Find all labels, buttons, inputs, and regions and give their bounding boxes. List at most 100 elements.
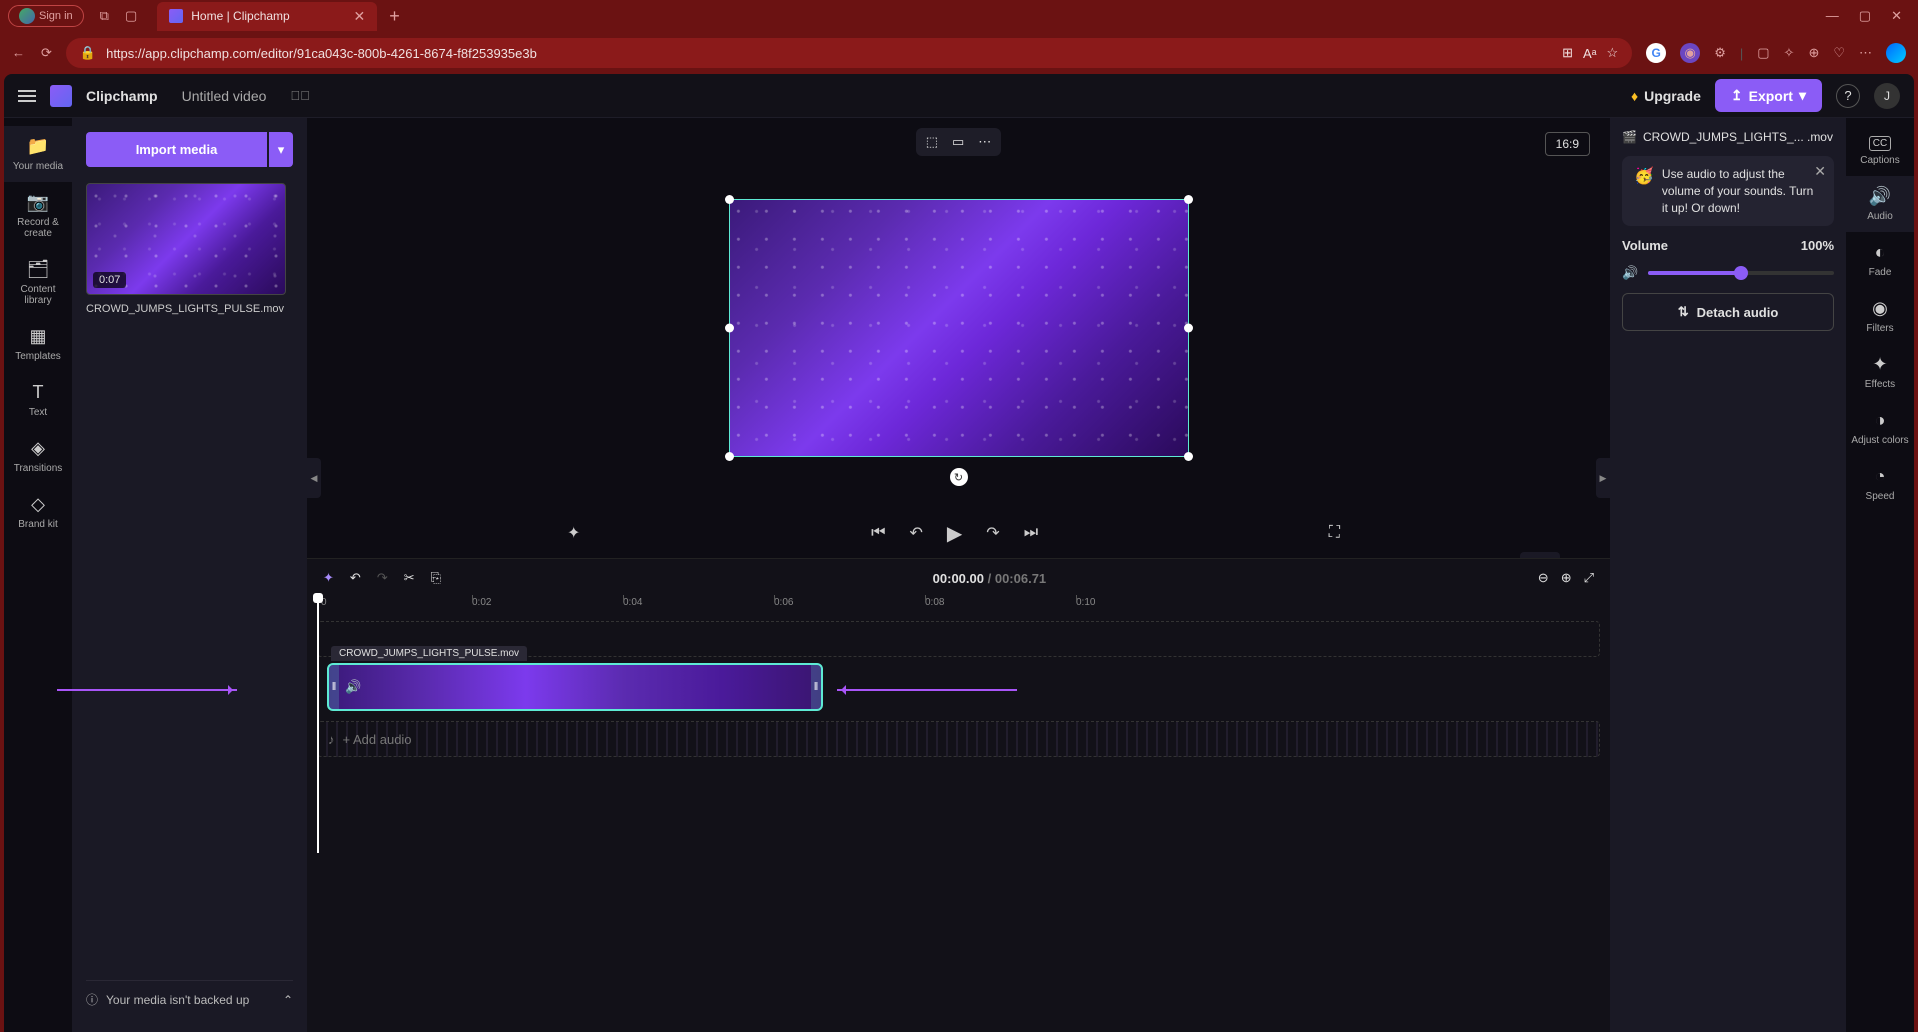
address-bar[interactable]: 🔒 https://app.clipchamp.com/editor/91ca0… <box>66 38 1632 68</box>
resize-handle-mr[interactable] <box>1184 324 1193 333</box>
signin-button[interactable]: Sign in <box>8 5 84 27</box>
zoom-in-icon[interactable]: ⊕ <box>1561 570 1572 586</box>
resize-handle-br[interactable] <box>1184 452 1193 461</box>
hamburger-menu[interactable] <box>18 87 36 105</box>
maximize-icon[interactable]: ▢ <box>1859 8 1871 24</box>
help-button[interactable]: ? <box>1836 84 1860 108</box>
forward-icon[interactable]: ↷ <box>986 523 999 543</box>
undo-icon[interactable]: ↶ <box>350 570 361 586</box>
favicon <box>169 9 183 23</box>
timeline-ruler[interactable]: 0 0:02 0:04 0:06 0:08 0:10 <box>307 597 1610 621</box>
clip-trim-right[interactable]: ‖ <box>811 665 821 709</box>
skip-back-icon[interactable]: ⏮ <box>871 524 885 542</box>
ai-icon[interactable]: ✦ <box>567 523 580 543</box>
rail-content-library[interactable]: 🗂Content library <box>4 249 72 316</box>
zoom-out-icon[interactable]: ⊖ <box>1538 570 1549 586</box>
chevron-down-icon: ▾ <box>1799 87 1806 104</box>
collections-icon[interactable]: ▢ <box>1757 45 1769 61</box>
rail-transitions[interactable]: ◈Transitions <box>4 428 72 484</box>
preview-toolbar: ⬚ ▭ ⋯ <box>916 128 1002 156</box>
playhead[interactable] <box>317 593 319 853</box>
collapse-right-button[interactable]: ▶ <box>1596 458 1610 498</box>
playback-controls: ✦ ⏮ ↶ ▶ ↷ ⏭ ⛶ ⌄ <box>307 508 1610 558</box>
copilot-icon[interactable] <box>1886 43 1906 63</box>
collapse-left-button[interactable]: ◀ <box>307 458 321 498</box>
export-button[interactable]: ↥Export▾ <box>1715 79 1822 112</box>
refresh-icon[interactable]: ⟳ <box>41 45 52 61</box>
favorite-icon[interactable]: ☆ <box>1607 45 1619 61</box>
backup-warning[interactable]: ⓘ Your media isn't backed up ⌃ <box>86 980 293 1018</box>
upgrade-button[interactable]: ♦Upgrade <box>1631 88 1701 104</box>
fit-icon[interactable]: ▭ <box>952 134 964 150</box>
read-aloud-icon[interactable]: Aᵃ <box>1583 46 1597 61</box>
tip-close-icon[interactable]: ✕ <box>1814 162 1826 182</box>
minimize-icon[interactable]: — <box>1826 8 1839 24</box>
media-thumbnail[interactable]: 0:07 <box>86 183 286 295</box>
rewind-icon[interactable]: ↶ <box>910 523 923 543</box>
diamond-icon: ♦ <box>1631 88 1638 104</box>
rail-brand-kit[interactable]: ◇Brand kit <box>4 484 72 540</box>
rail-your-media[interactable]: 📁Your media <box>4 126 72 182</box>
aspect-ratio-button[interactable]: 16:9 <box>1545 132 1590 156</box>
rail-speed[interactable]: ◔Speed <box>1846 456 1914 512</box>
workspaces-icon[interactable]: ⧉ <box>100 8 109 24</box>
more-icon[interactable]: ⋯ <box>1859 45 1872 61</box>
redo-icon[interactable]: ↷ <box>377 570 388 586</box>
speaker-icon[interactable]: 🔊 <box>1622 265 1638 281</box>
volume-value: 100% <box>1801 238 1834 253</box>
new-tab-button[interactable]: + <box>389 6 400 27</box>
resize-handle-tr[interactable] <box>1184 195 1193 204</box>
slider-thumb[interactable] <box>1734 266 1748 280</box>
extensions-icon[interactable]: ⚙ <box>1714 45 1726 61</box>
templates-icon: ▦ <box>29 326 46 347</box>
resize-handle-bl[interactable] <box>725 452 734 461</box>
resize-handle-ml[interactable] <box>725 324 734 333</box>
sync-off-icon[interactable]: ☁⃠ <box>290 88 310 103</box>
volume-slider[interactable] <box>1648 271 1834 275</box>
rail-templates[interactable]: ▦Templates <box>4 316 72 372</box>
zoom-fit-icon[interactable]: ⤢ <box>1584 570 1594 586</box>
cut-icon[interactable]: ✂ <box>404 570 415 586</box>
user-avatar[interactable]: J <box>1874 83 1900 109</box>
rail-audio[interactable]: 🔊Audio <box>1846 176 1914 232</box>
crop-icon[interactable]: ⬚ <box>926 134 938 150</box>
audio-track[interactable]: ♪ + Add audio <box>317 721 1600 757</box>
detach-audio-button[interactable]: ⇅ Detach audio <box>1622 293 1834 331</box>
video-clip[interactable]: ‖ 🔊 ‖ <box>327 663 823 711</box>
reading-icon[interactable]: ♡ <box>1833 45 1845 61</box>
browser-tab[interactable]: Home | Clipchamp ✕ <box>157 2 377 31</box>
music-icon: ♪ <box>328 732 335 747</box>
tab-close-icon[interactable]: ✕ <box>354 8 366 25</box>
import-media-button[interactable]: Import media <box>86 132 267 167</box>
rail-text[interactable]: TText <box>4 372 72 428</box>
back-icon[interactable]: ← <box>12 45 25 61</box>
purple-ext-icon[interactable]: ◉ <box>1680 43 1700 63</box>
rail-filters[interactable]: ◉Filters <box>1846 288 1914 344</box>
favorites-icon[interactable]: ✧ <box>1784 45 1795 61</box>
rail-fade[interactable]: ◐Fade <box>1846 232 1914 288</box>
close-icon[interactable]: ✕ <box>1891 8 1902 24</box>
play-button[interactable]: ▶ <box>947 521 962 546</box>
rail-adjust-colors[interactable]: ◑Adjust colors <box>1846 400 1914 456</box>
more-icon[interactable]: ⋯ <box>978 134 991 150</box>
annotation-arrow-left <box>57 689 237 691</box>
split-icon[interactable]: ⎘ <box>431 570 441 586</box>
collections2-icon[interactable]: ⊕ <box>1808 45 1819 61</box>
apps-icon[interactable]: ⊞ <box>1562 45 1573 61</box>
tab-actions-icon[interactable]: ▢ <box>125 8 137 24</box>
rail-effects[interactable]: ✦Effects <box>1846 344 1914 400</box>
timeline-time: 00:00.00 / 00:06.71 <box>933 571 1047 586</box>
rotate-handle[interactable]: ↻ <box>950 468 968 486</box>
skip-forward-icon[interactable]: ⏭ <box>1024 524 1038 542</box>
media-filename: CROWD_JUMPS_LIGHTS_PULSE.mov <box>86 303 293 315</box>
preview-canvas[interactable]: ↻ <box>729 199 1189 457</box>
rail-captions[interactable]: CCCaptions <box>1846 126 1914 176</box>
rail-record[interactable]: 📷Record & create <box>4 182 72 249</box>
google-ext-icon[interactable]: G <box>1646 43 1666 63</box>
import-dropdown[interactable]: ▾ <box>269 132 293 167</box>
project-name[interactable]: Untitled video <box>182 88 267 104</box>
fullscreen-icon[interactable]: ⛶ <box>1329 524 1340 542</box>
resize-handle-tl[interactable] <box>725 195 734 204</box>
ai-sparkle-icon[interactable]: ✦ <box>323 570 334 586</box>
clip-trim-left[interactable]: ‖ <box>329 665 339 709</box>
